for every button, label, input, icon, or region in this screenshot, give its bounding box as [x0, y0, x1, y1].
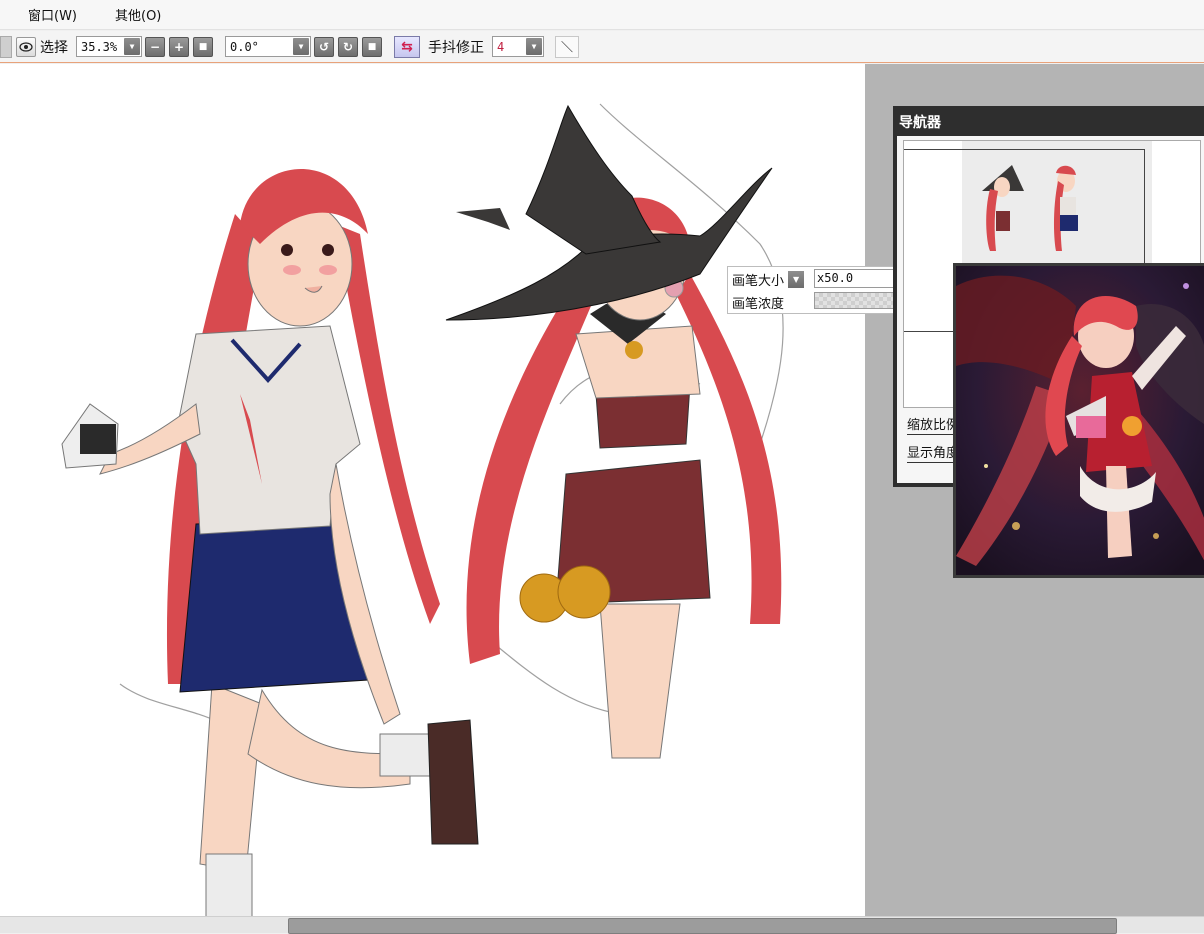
toolbar: 选择 35.3% ▼ − + ■ 0.0° ▼ ↺ ↻ ■ ⇆ 手抖修正 4 ▼… [0, 31, 1204, 63]
brush-density-row: 画笔浓度 [732, 293, 784, 312]
brush-size-input[interactable]: x50.0 [814, 269, 896, 288]
zoom-value: 35.3% [81, 39, 118, 54]
scrollbar-thumb[interactable] [288, 918, 1117, 934]
brush-density-slider[interactable] [814, 292, 896, 309]
stabilizer-combo[interactable]: 4 ▼ [492, 36, 544, 57]
chevron-down-icon[interactable]: ▼ [124, 38, 140, 55]
menu-other[interactable]: 其他(O) [105, 3, 171, 26]
straight-line-button[interactable]: ＼ [555, 35, 579, 58]
witch-figure [445, 104, 782, 759]
brush-density-label: 画笔浓度 [732, 297, 785, 312]
line-icon: ＼ [560, 40, 573, 54]
plus-icon: + [173, 39, 185, 54]
rotate-ccw-icon: ↺ [318, 39, 330, 54]
navigator-title: 导航器 [899, 115, 941, 131]
artwork-sketch [61, 103, 784, 916]
schoolgirl-figure [61, 169, 479, 916]
reference-image[interactable] [953, 263, 1204, 578]
rotate-cw-icon: ↻ [342, 39, 354, 54]
zoom-ratio-label: 缩放比例 [907, 414, 960, 435]
select-label: 选择 [40, 39, 68, 56]
brush-size-label: 画笔大小 [732, 274, 785, 289]
zoom-in-button[interactable]: + [169, 36, 189, 57]
rotation-value: 0.0° [230, 39, 259, 54]
toolbar-stub-button[interactable] [0, 35, 12, 58]
rotate-ccw-button[interactable]: ↺ [314, 36, 334, 57]
swap-icon: ⇆ [401, 38, 413, 55]
navigator-thumbnail [982, 165, 1078, 251]
rotation-combo[interactable]: 0.0° ▼ [225, 36, 311, 57]
chevron-down-icon[interactable]: ▼ [788, 271, 805, 288]
menu-window[interactable]: 窗口(W) [18, 3, 87, 26]
flip-horizontal-button[interactable]: ⇆ [394, 35, 420, 58]
brush-popup: 画笔大小 ▼ x50.0 画笔浓度 [727, 266, 897, 314]
stabilizer-label: 手抖修正 [428, 39, 484, 56]
reference-artwork [956, 266, 1204, 575]
display-angle-label: 显示角度 [907, 442, 960, 463]
horizontal-scrollbar[interactable] [0, 916, 1204, 934]
square-icon: ■ [367, 41, 377, 52]
eye-icon[interactable] [16, 36, 36, 57]
chevron-down-icon[interactable]: ▼ [526, 38, 542, 55]
zoom-combo[interactable]: 35.3% ▼ [76, 36, 142, 57]
minus-icon: − [149, 39, 161, 54]
zoom-reset-button[interactable]: ■ [193, 36, 213, 57]
rotate-reset-button[interactable]: ■ [362, 36, 382, 57]
stabilizer-value: 4 [497, 39, 505, 54]
zoom-out-button[interactable]: − [145, 36, 165, 57]
drawing-canvas[interactable] [0, 64, 865, 916]
rotate-cw-button[interactable]: ↻ [338, 36, 358, 57]
square-icon: ■ [198, 41, 208, 52]
chevron-down-icon[interactable]: ▼ [293, 38, 309, 55]
brush-size-row: 画笔大小 ▼ [732, 270, 805, 289]
menu-bar: 窗口(W) 其他(O) [0, 0, 1204, 30]
